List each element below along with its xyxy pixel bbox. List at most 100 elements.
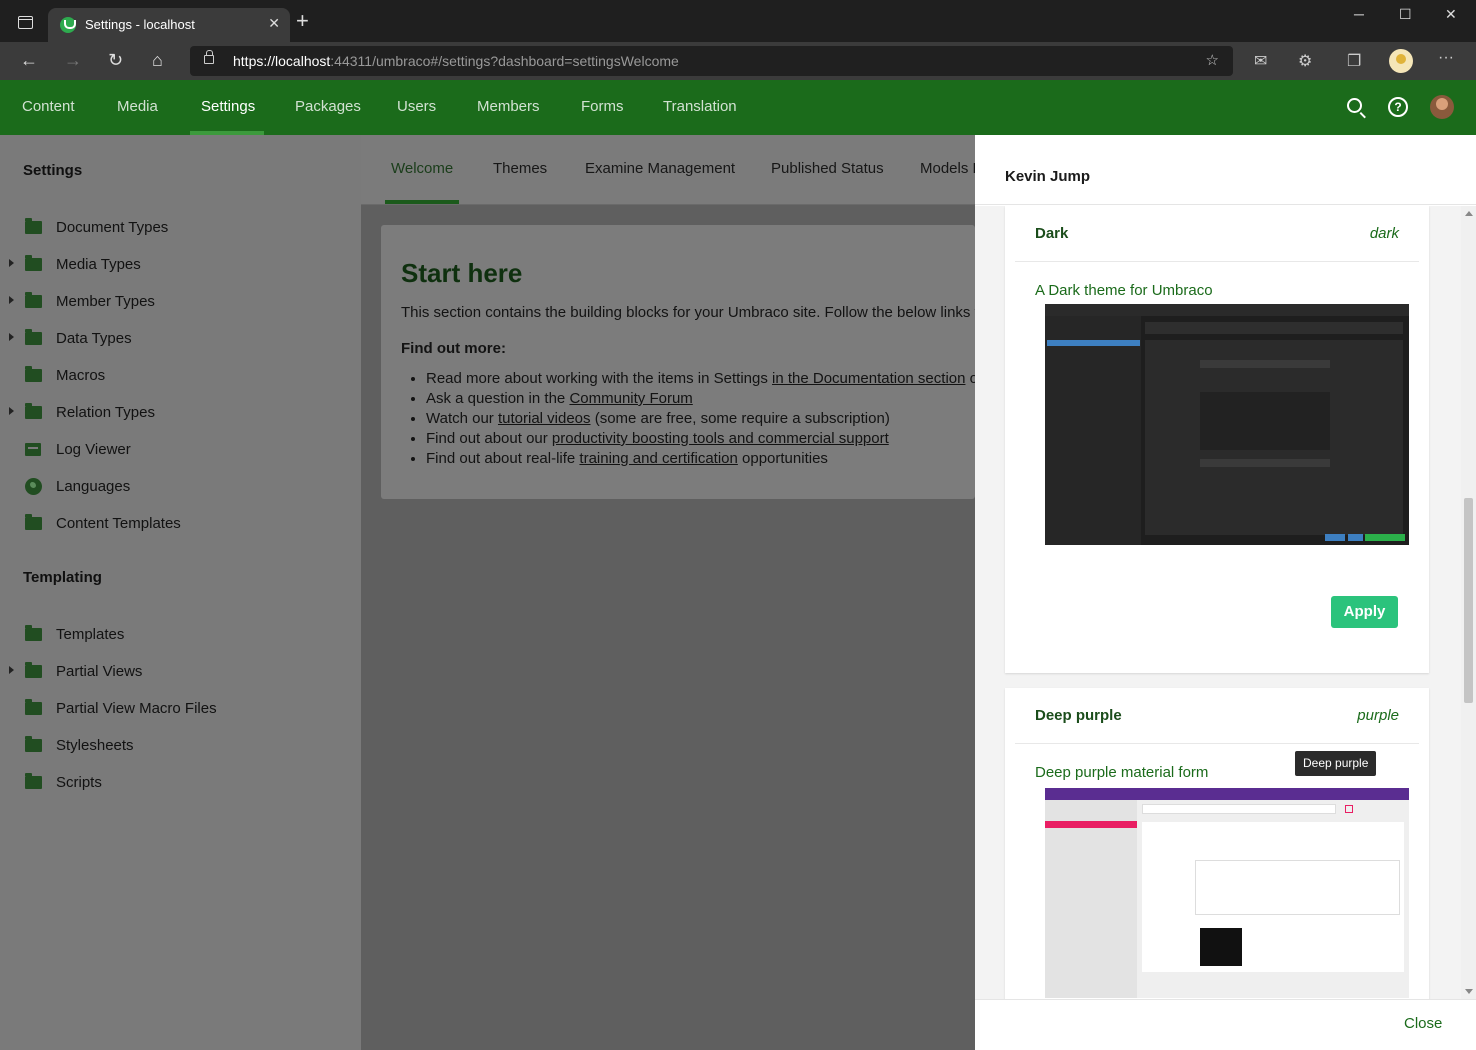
folder-icon	[25, 366, 42, 382]
settings-heading: Settings	[23, 162, 83, 179]
tree-item-templates[interactable]: Templates	[0, 620, 361, 650]
documentation-link[interactable]: in the Documentation section	[772, 370, 965, 387]
expand-arrow-icon[interactable]	[9, 666, 14, 674]
folder-icon	[25, 218, 42, 234]
apply-button[interactable]: Apply	[1331, 596, 1398, 628]
collections-icon[interactable]: ❐	[1347, 51, 1361, 71]
tree-item-label: Stylesheets	[56, 737, 134, 754]
tree-item-relation-types[interactable]: Relation Types	[0, 398, 361, 428]
tree-item-stylesheets[interactable]: Stylesheets	[0, 731, 361, 761]
expand-arrow-icon[interactable]	[9, 333, 14, 341]
tree-item-languages[interactable]: Languages	[0, 472, 361, 502]
tree-item-scripts[interactable]: Scripts	[0, 768, 361, 798]
panel-title: Kevin Jump	[1005, 168, 1091, 185]
tab-published-status[interactable]: Published Status	[771, 160, 884, 177]
section-settings[interactable]: Settings	[201, 98, 255, 115]
forward-button[interactable]: →	[64, 50, 82, 70]
browser-tab[interactable]: Settings - localhost ✕	[48, 8, 290, 42]
tutorial-videos-link[interactable]: tutorial videos	[498, 410, 591, 427]
tab-examine-management[interactable]: Examine Management	[585, 160, 735, 177]
umbraco-favicon-icon	[60, 17, 76, 33]
find-out-more-heading: Find out more:	[401, 340, 506, 357]
close-tab-icon[interactable]: ✕	[268, 15, 280, 32]
maximize-button[interactable]: ☐	[1399, 6, 1412, 23]
section-content[interactable]: Content	[22, 98, 75, 115]
new-tab-button[interactable]: +	[296, 10, 309, 32]
settings-tree: Settings Document Types Media Types Memb…	[0, 135, 361, 1050]
tab-themes[interactable]: Themes	[493, 160, 547, 177]
purple-theme-preview-image	[1045, 788, 1409, 998]
section-media[interactable]: Media	[117, 98, 158, 115]
expand-arrow-icon[interactable]	[9, 296, 14, 304]
section-members[interactable]: Members	[477, 98, 540, 115]
tree-item-label: Document Types	[56, 219, 169, 236]
browser-profile-avatar[interactable]	[1389, 49, 1413, 73]
section-users[interactable]: Users	[397, 98, 436, 115]
tree-item-content-templates[interactable]: Content Templates	[0, 509, 361, 539]
tree-item-log-viewer[interactable]: Log Viewer	[0, 435, 361, 465]
panel-scrollbar[interactable]	[1461, 206, 1476, 999]
scrollbar-thumb[interactable]	[1464, 498, 1473, 703]
active-tab-indicator	[385, 200, 459, 204]
theme-description: Deep purple material form	[1035, 764, 1209, 781]
dark-theme-preview-image	[1045, 304, 1409, 545]
tree-item-data-types[interactable]: Data Types	[0, 324, 361, 354]
divider	[1015, 261, 1419, 262]
list-item: Read more about working with the items i…	[426, 370, 975, 390]
url-text[interactable]: https://localhost:44311/umbraco#/setting…	[233, 53, 679, 69]
tree-item-label: Data Types	[56, 330, 132, 347]
search-icon[interactable]	[1347, 98, 1362, 113]
section-packages[interactable]: Packages	[295, 98, 361, 115]
panel-content: Dark dark A Dark theme for Umbraco Apply	[975, 206, 1461, 999]
url-bar[interactable]: https://localhost:44311/umbraco#/setting…	[190, 46, 1233, 76]
tab-title: Settings - localhost	[85, 17, 195, 32]
commercial-support-link[interactable]: productivity boosting tools and commerci…	[552, 430, 889, 447]
tree-item-label: Content Templates	[56, 515, 181, 532]
theme-name: Dark	[1035, 225, 1069, 242]
extensions-icon[interactable]: ⚙	[1298, 51, 1312, 71]
tab-welcome[interactable]: Welcome	[391, 160, 453, 177]
tree-item-media-types[interactable]: Media Types	[0, 250, 361, 280]
tab-actions-icon[interactable]	[18, 16, 33, 29]
folder-icon	[25, 736, 42, 752]
scroll-down-icon[interactable]	[1465, 989, 1473, 994]
section-translation[interactable]: Translation	[663, 98, 737, 115]
tree-item-member-types[interactable]: Member Types	[0, 287, 361, 317]
tree-item-partial-view-macro-files[interactable]: Partial View Macro Files	[0, 694, 361, 724]
folder-icon	[25, 403, 42, 419]
scroll-up-icon[interactable]	[1465, 211, 1473, 216]
close-button[interactable]: Close	[1404, 1015, 1442, 1032]
intro-text: This section contains the building block…	[401, 304, 975, 321]
minimize-button[interactable]: ─	[1354, 6, 1364, 22]
expand-arrow-icon[interactable]	[9, 259, 14, 267]
divider	[1015, 743, 1419, 744]
address-toolbar: ← → ↻ ⌂ https://localhost:44311/umbraco#…	[0, 42, 1476, 80]
expand-arrow-icon[interactable]	[9, 407, 14, 415]
reload-button[interactable]: ↻	[108, 50, 123, 70]
browser-menu-button[interactable]: ···	[1438, 49, 1454, 67]
section-forms[interactable]: Forms	[581, 98, 624, 115]
close-window-button[interactable]: ✕	[1445, 6, 1457, 23]
tree-item-partial-views[interactable]: Partial Views	[0, 657, 361, 687]
tree-item-label: Templates	[56, 626, 125, 643]
favorite-star-icon[interactable]: ☆	[1206, 51, 1219, 69]
welcome-card: Start here This section contains the bui…	[381, 225, 975, 499]
tree-item-label: Relation Types	[56, 404, 155, 421]
user-avatar[interactable]	[1430, 95, 1454, 119]
panel-header: Kevin Jump	[975, 135, 1476, 205]
theme-card-dark: Dark dark A Dark theme for Umbraco Apply	[1005, 206, 1429, 673]
lock-icon[interactable]	[204, 50, 214, 64]
help-icon[interactable]: ?	[1388, 97, 1408, 117]
home-button[interactable]: ⌂	[152, 50, 163, 70]
tree-item-macros[interactable]: Macros	[0, 361, 361, 391]
folder-icon	[25, 625, 42, 641]
community-forum-link[interactable]: Community Forum	[569, 390, 692, 407]
tree-item-label: Partial View Macro Files	[56, 700, 217, 717]
mail-icon[interactable]: ✉	[1254, 51, 1267, 71]
panel-footer: Close	[975, 999, 1476, 1050]
tree-item-document-types[interactable]: Document Types	[0, 213, 361, 243]
folder-icon	[25, 662, 42, 678]
tree-item-label: Scripts	[56, 774, 102, 791]
back-button[interactable]: ←	[20, 50, 38, 70]
training-link[interactable]: training and certification	[579, 450, 737, 467]
